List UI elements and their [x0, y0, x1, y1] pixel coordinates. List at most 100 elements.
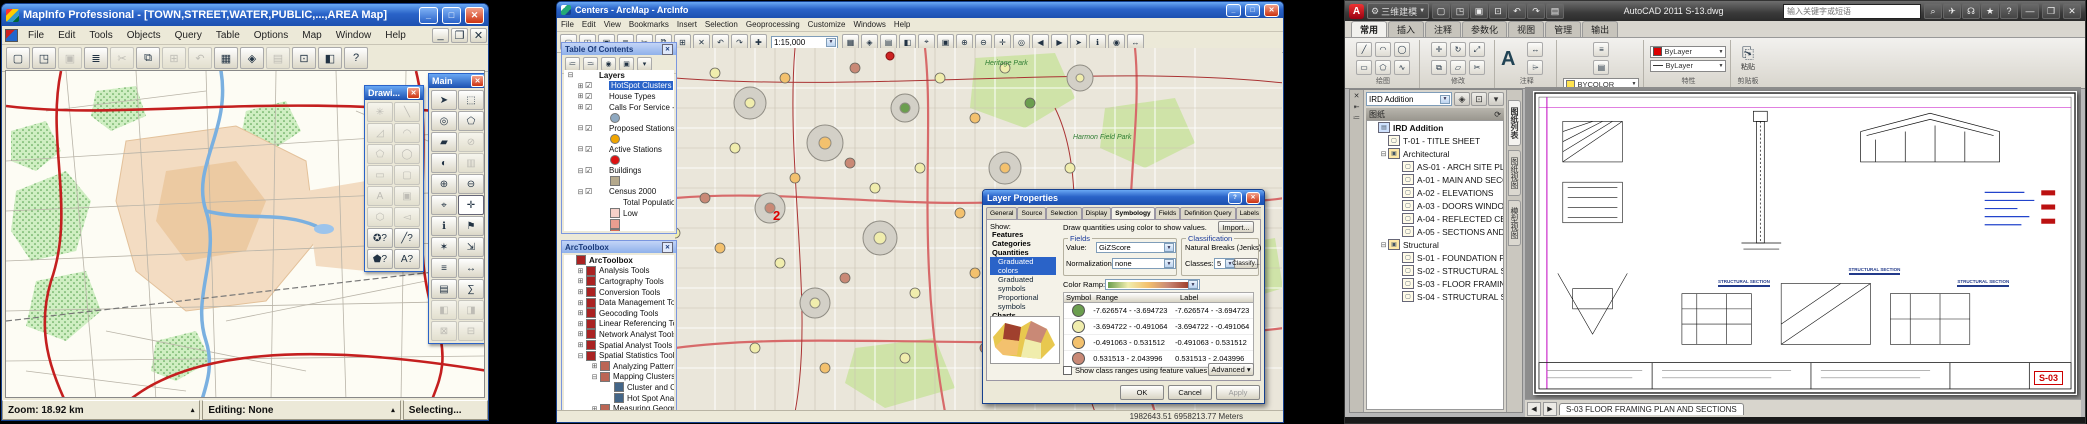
main-tool-button[interactable]: ➤: [431, 90, 457, 110]
menu-item[interactable]: View: [600, 19, 625, 30]
expander-icon[interactable]: ⊟: [566, 71, 575, 79]
main-tool-button[interactable]: ◎: [431, 111, 457, 131]
feature-values-checkbox[interactable]: Show class ranges using feature values: [1063, 366, 1207, 375]
main-tool-button[interactable]: ◐: [431, 153, 457, 173]
mapinfo-child-icon[interactable]: [5, 29, 18, 42]
toolbox-row[interactable]: ⊞ Data Management Tools: [564, 297, 674, 308]
expander-icon[interactable]: ⊞: [576, 277, 585, 285]
toolbox-row[interactable]: ⊞ Linear Referencing Tools: [564, 319, 674, 330]
sheet-row[interactable]: ▢ T-01 - TITLE SHEET: [1367, 134, 1503, 147]
checkbox-icon[interactable]: [1063, 366, 1072, 375]
apply-button[interactable]: Apply: [1216, 385, 1260, 400]
main-tool-button[interactable]: ≡: [431, 258, 457, 278]
expander-icon[interactable]: ⊞: [576, 92, 585, 100]
toolbar-button[interactable]: ▤: [266, 47, 290, 69]
toolbox-row[interactable]: ⊞ Geocoding Tools: [564, 308, 674, 319]
menu-item[interactable]: Edit: [578, 19, 600, 30]
expander-icon[interactable]: ⊞: [576, 341, 585, 349]
expander-icon[interactable]: ⊟: [1379, 241, 1388, 249]
next-layout-button[interactable]: ▶: [1543, 402, 1557, 416]
toolbox-row[interactable]: ⊟ Spatial Statistics Tools: [564, 350, 674, 361]
value-combobox[interactable]: GiZScore▼: [1096, 242, 1176, 253]
workspace-switcher[interactable]: ⚙ 三维建模 ▼: [1367, 3, 1429, 19]
autocad-drawing-area[interactable]: STRUCTURAL SECTION STRUCTURAL SECTION ST…: [1525, 87, 2081, 399]
toolbar-button[interactable]: ⊡: [292, 47, 316, 69]
ribbon-button[interactable]: ✛: [1431, 42, 1447, 57]
drawing-tool-button[interactable]: ✳: [367, 102, 393, 122]
main-tool-button[interactable]: ⌖: [431, 195, 457, 215]
drawing-tool-button[interactable]: ╱?: [394, 228, 420, 248]
quick-access-button[interactable]: ▣: [1470, 3, 1488, 19]
toolbar-button[interactable]: ⧉: [136, 47, 160, 69]
maximize-button[interactable]: □: [1245, 4, 1260, 17]
expander-icon[interactable]: ⊞: [576, 320, 585, 328]
menu-item[interactable]: Help: [378, 28, 413, 43]
quick-access-button[interactable]: ▤: [1546, 3, 1564, 19]
sheet-row[interactable]: ▢ AS-01 - ARCH SITE PLAN: [1367, 160, 1503, 173]
main-tool-button[interactable]: ✶: [431, 237, 457, 257]
prev-layout-button[interactable]: ◀: [1527, 402, 1541, 416]
infocenter-button[interactable]: ☊: [1962, 3, 1980, 19]
drawing-tool-button[interactable]: ◿: [367, 123, 393, 143]
toc-layer-row[interactable]: ⊞ ☑ HotSpot Clusters: [564, 81, 674, 92]
restore-button[interactable]: ❐: [2042, 3, 2060, 19]
toc-layer-row[interactable]: Total Population: [564, 197, 674, 208]
close-button[interactable]: ✕: [465, 7, 484, 24]
ribbon-button[interactable]: ⤢: [1469, 42, 1485, 57]
palette-tab[interactable]: 图纸列表: [1508, 100, 1521, 146]
expander-icon[interactable]: ⊟: [576, 145, 585, 153]
toc-layer-row[interactable]: ⊞ ☑ House Types: [564, 91, 674, 102]
column-symbol[interactable]: Symbol: [1064, 293, 1096, 302]
sheet-row[interactable]: ▢ A-04 - REFLECTED CEILI: [1367, 212, 1503, 225]
dialog-tab[interactable]: Selection: [1046, 207, 1081, 219]
sheetset-toolbar-button[interactable]: ⊡: [1471, 92, 1487, 106]
chevron-down-icon[interactable]: ▼: [1164, 243, 1174, 252]
ribbon-tab[interactable]: 参数化: [1462, 21, 1507, 37]
toolbar-button[interactable]: ↶: [188, 47, 212, 69]
main-tool-button[interactable]: ⊠: [431, 321, 457, 341]
drawing-tool-button[interactable]: ╲: [394, 102, 420, 122]
column-range[interactable]: Range: [1096, 293, 1180, 302]
expander-icon[interactable]: ⊟: [590, 373, 599, 381]
show-list-item[interactable]: Graduated symbols: [990, 275, 1056, 293]
dialog-tab[interactable]: Source: [1017, 207, 1046, 219]
text-tool-button[interactable]: A: [1501, 49, 1515, 69]
drawing-tool-button[interactable]: ◯: [394, 144, 420, 164]
main-tool-button[interactable]: ⊘: [458, 132, 484, 152]
toolbar-button[interactable]: ◈: [240, 47, 264, 69]
minimize-button[interactable]: —: [2021, 3, 2039, 19]
palette-tab[interactable]: 图纸视图: [1508, 150, 1521, 196]
ok-button[interactable]: OK: [1120, 385, 1164, 400]
menu-item[interactable]: Options: [247, 28, 295, 43]
toolbox-row[interactable]: Hot Spot Analysis (Getis-Ord Gi*): [564, 393, 674, 404]
close-icon[interactable]: ✕: [407, 87, 420, 99]
toolbar-button[interactable]: ?: [344, 47, 368, 69]
sheet-row[interactable]: ▢ A-01 - MAIN AND SECO: [1367, 173, 1503, 186]
toc-layer-row[interactable]: [564, 218, 674, 229]
quick-access-button[interactable]: ↶: [1508, 3, 1526, 19]
status-selecting[interactable]: Selecting...: [403, 400, 488, 420]
ribbon-button[interactable]: ≡: [1593, 42, 1609, 57]
main-tool-button[interactable]: ◧: [431, 300, 457, 320]
sheet-row[interactable]: ▢ A-02 - ELEVATIONS: [1367, 186, 1503, 199]
toolbar-button[interactable]: ▣: [58, 47, 82, 69]
main-toolbar-titlebar[interactable]: Main ✕: [429, 74, 485, 88]
dialog-titlebar[interactable]: Layer Properties ? ✕: [983, 190, 1264, 205]
drawing-tool-button[interactable]: ◅: [394, 207, 420, 227]
expander-icon[interactable]: ⊞: [576, 82, 585, 90]
quick-access-button[interactable]: ▢: [1432, 3, 1450, 19]
sheet-row[interactable]: ▤ IRD Addition: [1367, 121, 1503, 134]
advanced-button[interactable]: Advanced ▾: [1208, 363, 1254, 376]
quick-access-button[interactable]: ↷: [1527, 3, 1545, 19]
expander-icon[interactable]: ⊞: [576, 309, 585, 317]
ribbon-button[interactable]: ◠: [1375, 42, 1391, 57]
expander-icon[interactable]: ⊞: [576, 330, 585, 338]
layout-tab[interactable]: S-03 FLOOR FRAMING PLAN AND SECTIONS: [1559, 403, 1744, 415]
toc-layer-row[interactable]: ⊟ ☑ Buildings: [564, 165, 674, 176]
expander-icon[interactable]: ⊟: [576, 352, 585, 360]
status-zoom[interactable]: Zoom: 18.92 km▴: [2, 400, 200, 420]
dialog-tab[interactable]: Definition Query: [1180, 207, 1235, 219]
toolbar-button[interactable]: ▢: [6, 47, 30, 69]
ribbon-button[interactable]: ✂: [1469, 60, 1485, 75]
class-row[interactable]: -0.491063 - 0.531512 -0.491063 - 0.53151…: [1064, 335, 1253, 351]
